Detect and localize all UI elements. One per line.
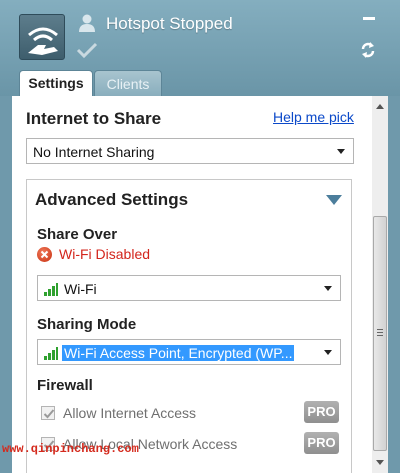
allow-internet-access-label: Allow Internet Access	[63, 405, 197, 421]
allow-internet-access-checkbox[interactable]	[41, 406, 55, 420]
hotspot-status-title: Hotspot Stopped	[106, 14, 233, 33]
minimize-icon	[363, 17, 375, 20]
app-logo-icon	[19, 14, 65, 60]
firewall-title: Firewall	[37, 377, 93, 394]
scroll-grip-icon	[377, 329, 383, 336]
settings-panel: Internet to Share Help me pick No Intern…	[12, 96, 388, 473]
refresh-icon	[361, 42, 375, 58]
tab-settings[interactable]: Settings	[19, 70, 93, 97]
advanced-settings-title: Advanced Settings	[35, 190, 189, 209]
collapse-triangle-icon[interactable]	[326, 195, 342, 205]
minimize-button[interactable]	[361, 10, 377, 26]
internet-to-share-value: No Internet Sharing	[33, 144, 155, 160]
sharing-mode-title: Sharing Mode	[37, 316, 137, 333]
signal-icon	[44, 347, 58, 360]
share-over-title: Share Over	[37, 226, 118, 243]
chevron-down-icon	[324, 350, 332, 355]
share-over-dropdown[interactable]: Wi-Fi	[37, 275, 341, 301]
user-icon	[78, 13, 96, 33]
chevron-down-icon	[324, 286, 332, 291]
scroll-thumb[interactable]	[373, 216, 387, 451]
error-icon	[37, 247, 52, 262]
sharing-mode-dropdown[interactable]: Wi-Fi Access Point, Encrypted (WP...	[37, 339, 341, 365]
signal-icon	[44, 283, 58, 296]
tab-clients[interactable]: Clients	[94, 70, 162, 96]
chevron-down-icon	[337, 149, 345, 154]
checkmark-icon	[76, 41, 98, 59]
wifi-disabled-text: Wi-Fi Disabled	[59, 246, 151, 262]
internet-to-share-title: Internet to Share	[26, 109, 162, 128]
allow-internet-access-option: Allow Internet Access	[41, 405, 331, 425]
vertical-scrollbar[interactable]	[372, 96, 388, 473]
help-me-pick-link[interactable]: Help me pick	[273, 109, 354, 125]
refresh-button[interactable]	[358, 40, 378, 60]
share-over-value: Wi-Fi	[64, 281, 97, 297]
watermark-text: www.qinpinchang.com	[2, 442, 139, 456]
pro-badge[interactable]: PRO	[304, 401, 339, 423]
scroll-down-icon[interactable]	[376, 460, 384, 465]
sharing-mode-value: Wi-Fi Access Point, Encrypted (WP...	[62, 345, 295, 361]
pro-badge[interactable]: PRO	[304, 432, 339, 454]
internet-to-share-dropdown[interactable]: No Internet Sharing	[26, 138, 354, 164]
scroll-up-icon[interactable]	[376, 104, 384, 109]
advanced-settings-group: Advanced Settings Share Over Wi-Fi Disab…	[26, 179, 352, 473]
